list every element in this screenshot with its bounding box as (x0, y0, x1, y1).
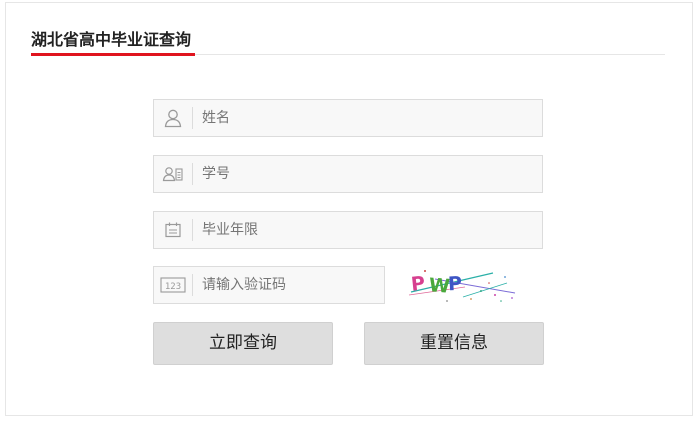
user-icon (154, 100, 192, 136)
svg-text:123: 123 (165, 282, 181, 292)
graduation-year-field[interactable] (153, 211, 543, 249)
field-separator (192, 219, 193, 241)
field-separator (192, 163, 193, 185)
captcha-char: P (410, 272, 426, 295)
title-divider (195, 54, 665, 55)
query-panel (5, 2, 693, 416)
graduation-year-input[interactable] (202, 212, 502, 248)
reset-button[interactable]: 重置信息 (364, 322, 544, 365)
page-title: 湖北省高中毕业证查询 (31, 30, 192, 49)
student-id-input[interactable] (202, 156, 502, 192)
title-underline (31, 53, 195, 56)
captcha-field[interactable]: 123 (153, 266, 385, 304)
calendar-icon (154, 212, 192, 248)
query-button[interactable]: 立即查询 (153, 322, 333, 365)
field-separator (192, 274, 193, 296)
captcha-image[interactable]: P W P (405, 265, 519, 305)
captcha-input[interactable] (202, 267, 372, 303)
name-field[interactable] (153, 99, 543, 137)
number-123-icon: 123 (154, 267, 192, 303)
captcha-char: P (447, 273, 462, 296)
student-id-field[interactable] (153, 155, 543, 193)
id-card-icon (154, 156, 192, 192)
name-input[interactable] (202, 100, 502, 136)
field-separator (192, 107, 193, 129)
